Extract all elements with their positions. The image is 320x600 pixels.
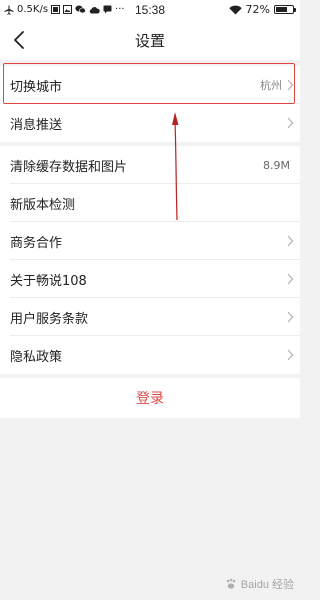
notifications-label: 消息推送 — [10, 117, 63, 133]
battery-percent: 72% — [245, 3, 270, 16]
settings-group-1: 切换城市 杭州 消息推送 — [0, 66, 300, 142]
about-row[interactable]: 关于畅说108 — [0, 260, 300, 298]
privacy-label: 隐私政策 — [10, 349, 63, 365]
privacy-row[interactable]: 隐私政策 — [0, 336, 300, 374]
login-label: 登录 — [136, 391, 164, 407]
battery-fill — [276, 7, 287, 12]
version-check-row[interactable]: 新版本检测 — [0, 184, 300, 222]
nav-bar: 设置 — [0, 20, 300, 60]
terms-label: 用户服务条款 — [10, 311, 89, 327]
chevron-right-icon — [287, 349, 294, 361]
current-city-value: 杭州 — [260, 79, 282, 92]
chevron-right-icon — [287, 235, 294, 247]
chevron-right-icon — [287, 79, 294, 91]
clear-cache-row[interactable]: 清除缓存数据和图片 8.9M — [0, 146, 300, 184]
business-label: 商务合作 — [10, 235, 63, 251]
clear-cache-label: 清除缓存数据和图片 — [10, 159, 128, 175]
chevron-right-icon — [287, 117, 294, 129]
business-row[interactable]: 商务合作 — [0, 222, 300, 260]
page-title: 设置 — [134, 32, 165, 50]
status-bar: 0.5K/s ··· 15:38 72% — [0, 0, 300, 20]
battery-icon — [274, 5, 296, 14]
status-right: 72% — [228, 3, 296, 16]
paw-logo-icon — [226, 578, 236, 589]
terms-row[interactable]: 用户服务条款 — [0, 298, 300, 336]
cache-size-value: 8.9M — [263, 158, 290, 172]
login-button[interactable]: 登录 — [0, 378, 300, 418]
switch-city-label: 切换城市 — [10, 79, 63, 95]
notifications-row[interactable]: 消息推送 — [0, 104, 300, 142]
chevron-right-icon — [287, 311, 294, 323]
switch-city-row[interactable]: 切换城市 杭州 — [0, 66, 300, 104]
version-check-label: 新版本检测 — [10, 197, 76, 213]
watermark-text: Baidu 经验 — [240, 579, 294, 591]
wifi-icon — [228, 5, 242, 14]
settings-group-2: 清除缓存数据和图片 8.9M 新版本检测 商务合作 关于畅说108 用户服务条款… — [0, 146, 300, 374]
chevron-right-icon — [287, 273, 294, 285]
about-label: 关于畅说108 — [10, 273, 87, 289]
watermark: Baidu 经验 — [225, 576, 294, 592]
